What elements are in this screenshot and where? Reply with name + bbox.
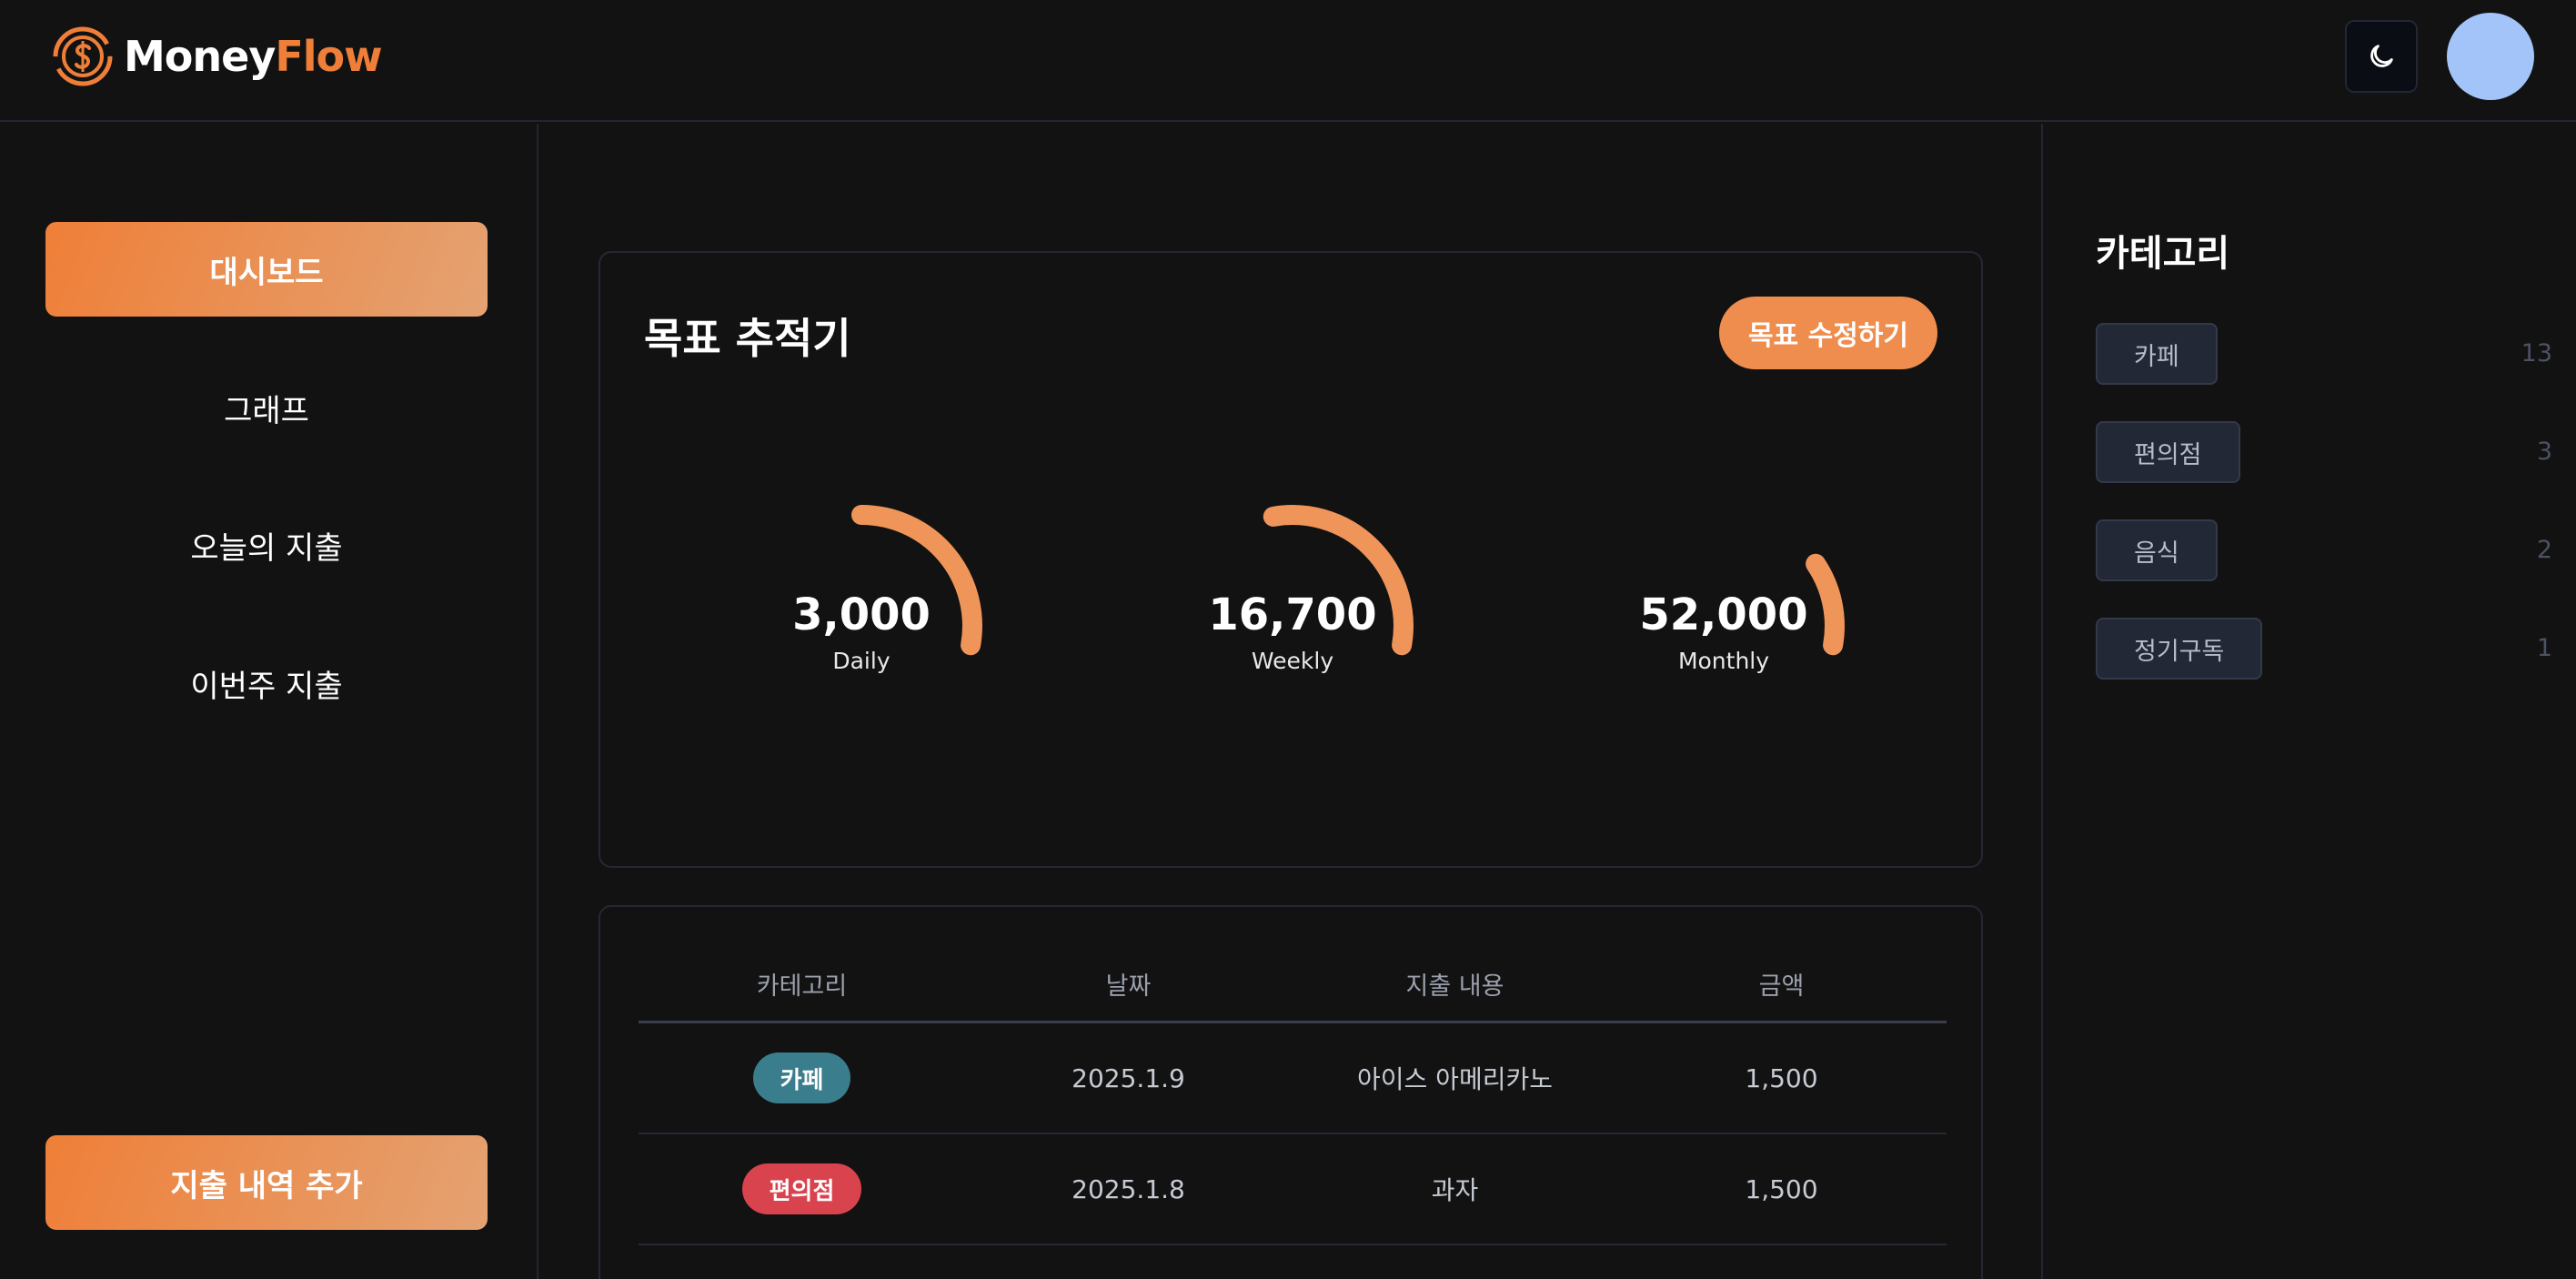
column-header-amount[interactable]: 금액: [1618, 966, 1945, 1002]
sidebar-item-week-spending[interactable]: 이번주 지출: [45, 636, 488, 730]
category-cell: 카페: [639, 1052, 965, 1103]
dollar-cycle-icon: [53, 26, 113, 86]
left-sidebar: 대시보드 그래프 오늘의 지출 이번주 지출 지출 내역 추가: [0, 124, 538, 1279]
category-badge: 편의점: [741, 1163, 862, 1214]
category-chip[interactable]: 정기구독: [2096, 618, 2263, 680]
category-item[interactable]: 음식 2: [2096, 519, 2552, 581]
category-cell: 편의점: [639, 1163, 965, 1214]
amount-cell: 1,500: [1745, 1062, 1818, 1093]
edit-goal-button[interactable]: 목표 수정하기: [1718, 297, 1937, 369]
category-count: 2: [2536, 536, 2552, 564]
column-header-category[interactable]: 카테고리: [639, 966, 965, 1002]
gauge-monthly-value: 52,000: [1639, 589, 1808, 640]
category-badge: 카페: [752, 1052, 851, 1103]
expense-table-card: 카테고리 날짜 지출 내용 금액 카페 2025.1.9 아이스 아메리카노 1…: [599, 905, 1983, 1279]
sidebar-item-today-spending[interactable]: 오늘의 지출: [45, 498, 488, 592]
description-cell: 아이스 아메리카노: [1357, 1064, 1553, 1094]
moon-icon: [2370, 45, 2393, 67]
category-item[interactable]: 정기구독 1: [2096, 618, 2552, 680]
date-cell: 2025.1.8: [1072, 1173, 1185, 1204]
goal-tracker-card: 목표 추적기 목표 수정하기 3,000 Daily 16,700 Weekly…: [599, 251, 1983, 868]
top-header: MoneyFlow: [0, 0, 2576, 122]
category-item[interactable]: 편의점 3: [2096, 421, 2552, 483]
gauge-daily: 3,000 Daily: [716, 453, 1007, 690]
gauge-weekly: 16,700 Weekly: [1147, 453, 1438, 690]
category-count: 13: [2521, 339, 2552, 368]
brand-name: MoneyFlow: [124, 32, 383, 81]
gauge-monthly: 52,000 Monthly: [1578, 453, 1869, 690]
description-cell: 과자: [1431, 1175, 1479, 1205]
gauge-weekly-label: Weekly: [1251, 648, 1334, 674]
category-item[interactable]: 카페 13: [2096, 323, 2552, 385]
column-header-date[interactable]: 날짜: [965, 966, 1292, 1002]
table-row[interactable]: 편의점 2025.1.8 과자 1,500: [639, 1134, 1947, 1245]
right-sidebar: 카테고리 카페 13 편의점 3 음식 2 정기구독 1: [2041, 124, 2576, 1279]
gauge-weekly-value: 16,700: [1208, 589, 1377, 640]
category-count: 1: [2536, 634, 2552, 662]
table-header: 카테고리 날짜 지출 내용 금액: [639, 947, 1947, 1023]
expense-table: 카테고리 날짜 지출 내용 금액 카페 2025.1.9 아이스 아메리카노 1…: [639, 947, 1947, 1245]
category-chip[interactable]: 음식: [2096, 519, 2218, 581]
goal-tracker-title: 목표 추적기: [644, 314, 851, 363]
gauge-monthly-label: Monthly: [1677, 648, 1770, 674]
user-avatar[interactable]: [2447, 13, 2534, 100]
sidebar-item-graph[interactable]: 그래프: [45, 360, 488, 455]
theme-toggle-button[interactable]: [2345, 20, 2418, 93]
brand-name-part1: Money: [124, 32, 276, 81]
category-panel-title: 카테고리: [2096, 233, 2230, 275]
column-header-description[interactable]: 지출 내용: [1292, 966, 1618, 1002]
category-chip[interactable]: 편의점: [2096, 421, 2240, 483]
sidebar-item-dashboard[interactable]: 대시보드: [45, 222, 488, 317]
add-expense-button[interactable]: 지출 내역 추가: [45, 1135, 488, 1230]
amount-cell: 1,500: [1745, 1173, 1818, 1204]
brand-name-part2: Flow: [275, 32, 382, 81]
gauge-daily-label: Daily: [832, 648, 891, 674]
gauge-daily-value: 3,000: [792, 589, 931, 640]
app-logo[interactable]: MoneyFlow: [51, 22, 383, 91]
table-row[interactable]: 카페 2025.1.9 아이스 아메리카노 1,500: [639, 1023, 1947, 1134]
category-chip[interactable]: 카페: [2096, 323, 2218, 385]
date-cell: 2025.1.9: [1072, 1062, 1185, 1093]
category-count: 3: [2536, 438, 2552, 466]
